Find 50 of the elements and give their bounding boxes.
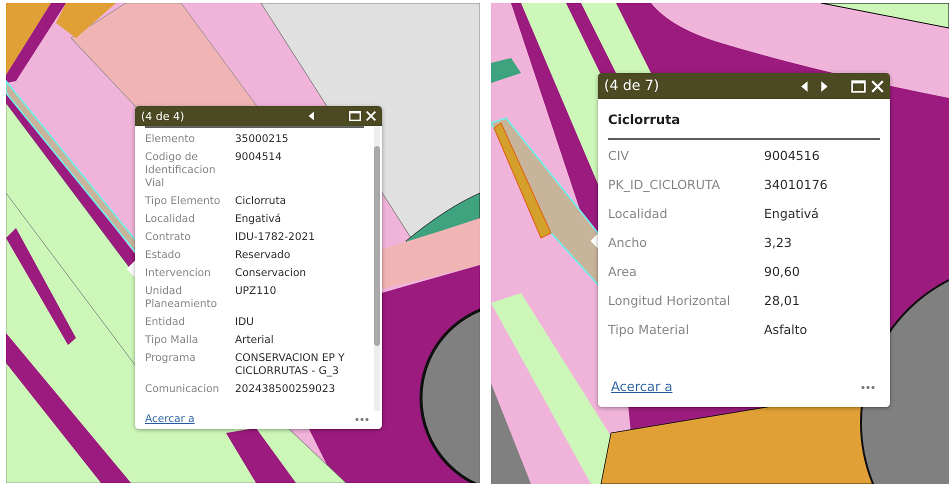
- field-label: Ancho: [608, 234, 648, 252]
- field-label: Comunicacion: [145, 383, 220, 396]
- field-value: 34010176: [764, 176, 829, 194]
- more-icon[interactable]: [354, 416, 370, 422]
- field-label: Unidad Planeamiento: [145, 285, 218, 311]
- popup-title: Ciclorruta: [608, 99, 880, 140]
- zoom-to-link[interactable]: Acercar a: [145, 413, 195, 425]
- field-label: Tipo Malla: [145, 334, 200, 347]
- field-label: Tipo Elemento: [145, 195, 222, 208]
- field-value: 90,60: [764, 263, 801, 281]
- field-label: Area: [608, 263, 638, 281]
- field-value: 28,01: [764, 292, 801, 310]
- field-label: Programa: [145, 352, 197, 366]
- close-icon[interactable]: [869, 78, 886, 94]
- field-value: IDU: [235, 316, 255, 329]
- feature-counter: (4 de 7): [604, 78, 660, 94]
- field-value: Arterial: [235, 334, 275, 347]
- field-value: Ciclorruta: [235, 195, 288, 208]
- field-value: Conservacion: [235, 267, 308, 280]
- field-label: PK_ID_CICLORUTA: [608, 176, 722, 194]
- field-value: IDU-1782-2021: [235, 231, 316, 244]
- zoom-to-link[interactable]: Acercar a: [611, 380, 672, 395]
- close-icon[interactable]: [364, 109, 378, 123]
- feature-counter: (4 de 4): [141, 110, 184, 122]
- field-label: Entidad: [145, 316, 186, 329]
- field-label: Longitud Horizontal: [608, 292, 732, 310]
- field-value: UPZ110: [235, 285, 278, 299]
- field-value: Reservado: [235, 249, 292, 262]
- field-label: CIV: [608, 147, 630, 165]
- field-value: Engativá: [764, 205, 820, 223]
- field-label: Estado: [145, 249, 182, 262]
- field-label: Localidad: [608, 205, 668, 223]
- field-label: Intervencion: [145, 267, 212, 280]
- field-value: 3,23: [764, 234, 793, 252]
- field-label: Contrato: [145, 231, 192, 244]
- field-label: Codigo de Identificacion Vial: [145, 151, 217, 190]
- more-icon[interactable]: [860, 385, 876, 390]
- field-value: 9004514: [235, 151, 283, 165]
- field-value: 35000215: [235, 133, 290, 146]
- field-value: CONSERVACION EP Y CICLORRUTAS - G_3: [235, 352, 346, 378]
- field-label: Elemento: [145, 133, 196, 146]
- field-value: 9004516: [764, 147, 821, 165]
- field-value: Engativá: [235, 213, 282, 226]
- field-value: Asfalto: [764, 321, 808, 339]
- field-label: Localidad: [145, 213, 196, 226]
- field-value: 202438500259023: [235, 383, 336, 396]
- scrollbar-thumb[interactable]: [374, 146, 380, 346]
- maximize-icon[interactable]: [850, 78, 867, 94]
- field-label: Tipo Material: [608, 321, 690, 339]
- maximize-icon[interactable]: [348, 109, 362, 123]
